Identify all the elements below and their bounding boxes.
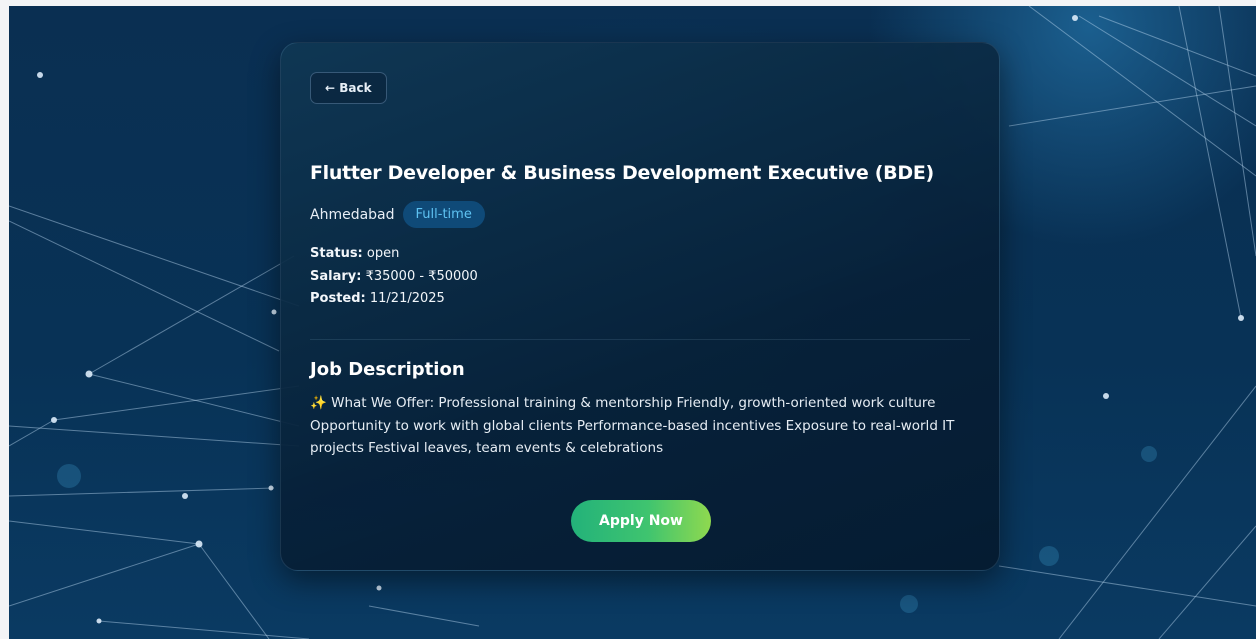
apply-now-label: Apply Now xyxy=(599,513,683,529)
salary-label: Salary: xyxy=(310,268,362,284)
posted-label: Posted: xyxy=(310,291,366,306)
description-heading: Job Description xyxy=(310,359,465,380)
back-button-label: ← Back xyxy=(325,81,372,95)
job-description: ✨ What We Offer: Professional training &… xyxy=(310,392,975,460)
job-meta: Status: open Salary: ₹35000 - ₹50000 Pos… xyxy=(310,243,478,311)
salary-line: Salary: ₹35000 - ₹50000 xyxy=(310,266,478,289)
status-line: Status: open xyxy=(310,243,478,266)
salary-value: ₹35000 - ₹50000 xyxy=(365,268,478,284)
back-button[interactable]: ← Back xyxy=(310,72,387,104)
status-value: open xyxy=(366,246,400,261)
job-location: Ahmedabad xyxy=(310,206,395,223)
status-label: Status: xyxy=(310,246,363,261)
section-divider xyxy=(310,339,970,340)
job-title: Flutter Developer & Business Development… xyxy=(310,162,934,184)
posted-value: 11/21/2025 xyxy=(369,291,445,306)
job-type-badge: Full-time xyxy=(402,201,485,228)
sparkles-icon: ✨ xyxy=(310,395,327,411)
posted-line: Posted: 11/21/2025 xyxy=(310,288,478,311)
job-detail-card: ← Back Flutter Developer & Business Deve… xyxy=(280,42,1000,571)
apply-now-button[interactable]: Apply Now xyxy=(571,500,711,542)
description-text: What We Offer: Professional training & m… xyxy=(310,395,955,456)
job-location-row: Ahmedabad Full-time xyxy=(310,201,485,228)
